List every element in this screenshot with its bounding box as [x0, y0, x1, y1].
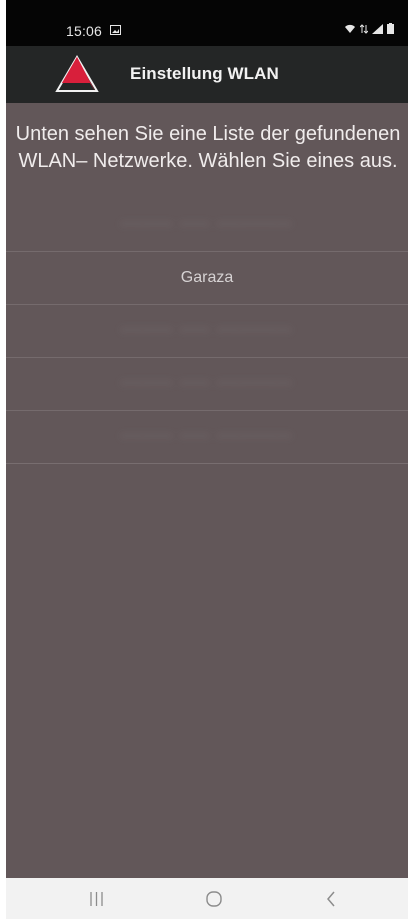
back-icon — [327, 891, 335, 906]
network-list: ••••••• •••• •••••••••• Garaza ••••••• •… — [6, 199, 408, 464]
intro-text: Unten sehen Sie eine Liste der gefundene… — [15, 123, 401, 172]
network-label-hidden: ••••••• •••• •••••••••• — [120, 428, 294, 445]
home-icon — [206, 890, 222, 907]
network-label-hidden: ••••••• •••• •••••••••• — [120, 322, 294, 339]
battery-icon — [387, 23, 394, 34]
data-arrows-icon — [360, 23, 368, 34]
main-content: Unten sehen Sie eine Liste der gefundene… — [6, 103, 408, 878]
triangle-logo — [55, 55, 99, 92]
app-bar: Einstellung WLAN — [6, 46, 408, 103]
network-label-hidden: ••••••• •••• •••••••••• — [120, 216, 294, 233]
signal-icon — [372, 23, 383, 34]
network-item[interactable]: ••••••• •••• •••••••••• — [6, 358, 408, 411]
network-label: Garaza — [180, 269, 234, 286]
image-icon — [110, 25, 121, 35]
android-nav-bar — [6, 878, 408, 919]
home-button[interactable] — [188, 878, 240, 919]
status-bar: 15:06 — [6, 0, 408, 46]
status-icons — [344, 23, 394, 34]
network-item[interactable]: ••••••• •••• •••••••••• — [6, 411, 408, 463]
app-title: Einstellung WLAN — [130, 64, 279, 83]
network-item[interactable]: ••••••• •••• •••••••••• — [6, 305, 408, 358]
screen: 15:06 Einstellung WLAN Unten sehen Sie e… — [0, 0, 414, 919]
status-time: 15:06 — [66, 23, 103, 39]
network-item[interactable]: ••••••• •••• •••••••••• — [6, 199, 408, 252]
back-button[interactable] — [305, 878, 357, 919]
recents-button[interactable] — [70, 878, 122, 919]
network-item-garaza[interactable]: Garaza — [6, 252, 408, 305]
network-label-hidden: ••••••• •••• •••••••••• — [120, 375, 294, 392]
wifi-icon — [345, 24, 355, 33]
recents-icon — [89, 891, 103, 906]
